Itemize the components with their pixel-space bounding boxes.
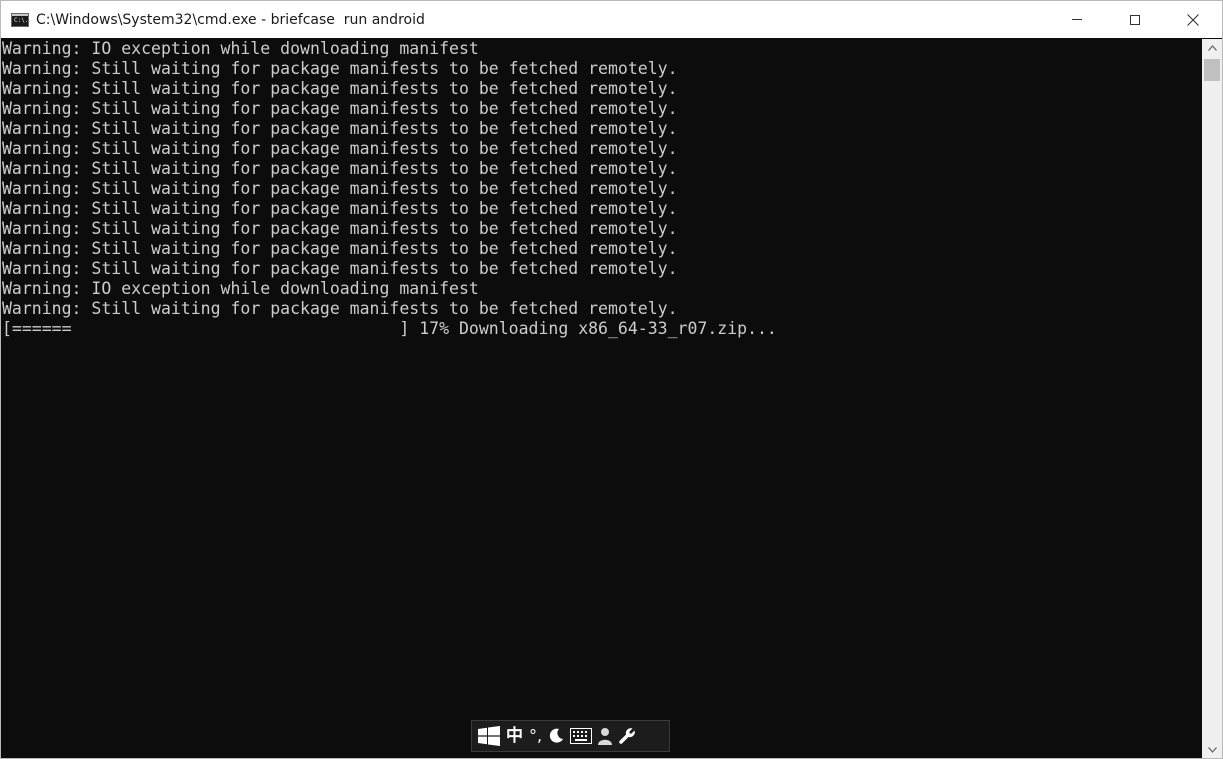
console-line: Warning: Still waiting for package manif… [2,119,678,138]
console-line: Warning: Still waiting for package manif… [2,179,678,198]
console-output[interactable]: Warning: IO exception while downloading … [1,39,1201,758]
ime-width-button[interactable] [548,724,564,748]
ime-windows-button[interactable] [478,724,500,748]
chevron-down-icon [1207,746,1217,753]
console-line: Warning: Still waiting for package manif… [2,59,678,78]
cmd-window: C:\. C:\Windows\System32\cmd.exe - brief… [0,0,1223,759]
ime-mode-button[interactable]: 中 [506,724,523,748]
close-button[interactable] [1164,1,1222,38]
ime-keyboard-button[interactable] [570,724,593,748]
ime-punct-label: °, [529,726,543,745]
ime-punctuation-button[interactable]: °, [529,724,542,748]
user-icon [598,728,613,745]
progress-status: Downloading x86_64-33_r07.zip... [458,319,777,338]
vertical-scrollbar[interactable] [1202,39,1222,758]
ime-user-button[interactable] [598,724,613,748]
console-line: Warning: IO exception while downloading … [2,279,479,298]
maximize-button[interactable] [1106,1,1164,38]
scroll-thumb[interactable] [1204,59,1220,81]
windows-logo-icon [478,726,500,746]
close-icon [1187,13,1199,26]
console-line: Warning: Still waiting for package manif… [2,99,678,118]
ime-mode-label: 中 [506,726,523,746]
console-line: Warning: Still waiting for package manif… [2,79,678,98]
chevron-up-icon [1207,44,1217,51]
console-line: Warning: IO exception while downloading … [2,39,479,58]
console-line: Warning: Still waiting for package manif… [2,159,678,178]
progress-percent: 17% [419,319,450,338]
download-progress-line: [====== ] 17% Downloading x86_64-33_r07.… [2,319,777,339]
console-line: Warning: Still waiting for package manif… [2,199,678,218]
wrench-icon [619,728,635,744]
progress-bar-text: [====== ] [2,319,410,338]
title-bar[interactable]: C:\. C:\Windows\System32\cmd.exe - brief… [1,1,1222,38]
ime-toolbar: 中 °, [471,720,670,752]
scroll-up-button[interactable] [1202,39,1222,56]
console-line: Warning: Still waiting for package manif… [2,299,678,318]
maximize-icon [1130,14,1140,25]
cmd-app-icon-bar [12,14,28,16]
window-title: C:\Windows\System32\cmd.exe - briefcase … [36,12,425,28]
ime-settings-button[interactable] [618,724,636,748]
minimize-icon [1072,19,1082,20]
scroll-down-button[interactable] [1202,741,1222,758]
keyboard-icon [570,728,593,744]
console-line: Warning: Still waiting for package manif… [2,239,678,258]
cmd-app-icon[interactable]: C:\. [11,13,29,27]
console-line: Warning: Still waiting for package manif… [2,259,678,278]
moon-icon [549,728,564,743]
cmd-app-icon-text: C:\. [14,17,29,24]
console-line: Warning: Still waiting for package manif… [2,219,678,238]
minimize-button[interactable] [1048,1,1106,38]
console-line: Warning: Still waiting for package manif… [2,139,678,158]
